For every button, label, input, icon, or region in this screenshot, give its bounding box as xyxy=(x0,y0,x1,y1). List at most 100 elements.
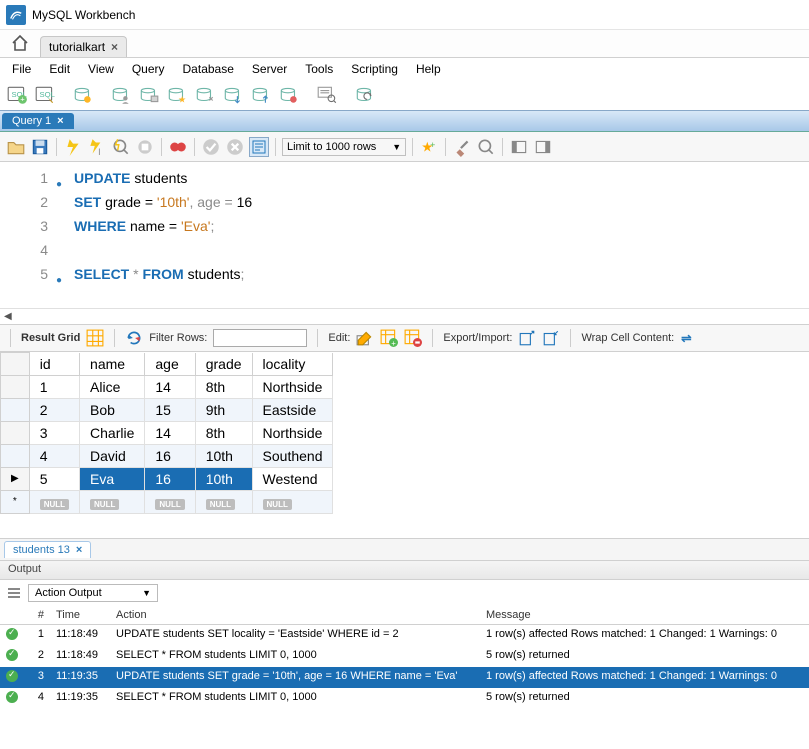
svg-text:+: + xyxy=(20,95,25,104)
stop-icon[interactable] xyxy=(135,137,155,157)
success-icon xyxy=(6,649,18,661)
success-icon xyxy=(6,628,18,640)
window-title: MySQL Workbench xyxy=(32,8,135,22)
svg-text:I: I xyxy=(98,146,100,156)
panel-left-icon[interactable] xyxy=(509,137,529,157)
beautify-icon[interactable]: ★+ xyxy=(419,137,439,157)
log-row-selected[interactable]: 311:19:35UPDATE students SET grade = '10… xyxy=(0,667,809,688)
output-list-icon[interactable] xyxy=(6,585,22,601)
col-id[interactable]: id xyxy=(29,353,79,376)
svg-text:SQL: SQL xyxy=(40,90,56,99)
db-status-icon[interactable] xyxy=(138,84,160,106)
execute-icon[interactable] xyxy=(63,137,83,157)
close-icon[interactable]: × xyxy=(57,115,63,127)
close-icon[interactable]: × xyxy=(76,544,82,556)
connection-tab[interactable]: tutorialkart × xyxy=(40,36,127,57)
col-age[interactable]: age xyxy=(145,353,195,376)
table-row[interactable]: 3Charlie148thNorthside xyxy=(1,421,333,444)
close-icon[interactable]: × xyxy=(111,40,118,54)
menu-view[interactable]: View xyxy=(80,60,122,78)
new-sql-tab-icon[interactable]: SQL+ xyxy=(6,84,28,106)
connection-tab-label: tutorialkart xyxy=(49,40,105,54)
result-toolbar: Result Grid Filter Rows: Edit: + Export/… xyxy=(0,324,809,352)
brush-icon[interactable] xyxy=(452,137,472,157)
action-log[interactable]: # Time Action Message 111:18:49UPDATE st… xyxy=(0,606,809,709)
wrap-icon[interactable]: ⇌ xyxy=(680,329,698,347)
menu-query[interactable]: Query xyxy=(124,60,173,78)
menu-edit[interactable]: Edit xyxy=(41,60,78,78)
svg-text:⇌: ⇌ xyxy=(681,332,691,346)
output-mode-label: Action Output xyxy=(35,587,102,599)
output-mode-select[interactable]: Action Output ▼ xyxy=(28,584,158,602)
svg-text:+: + xyxy=(430,140,435,150)
menu-server[interactable]: Server xyxy=(244,60,295,78)
query-tabs: Query 1 × xyxy=(0,110,809,132)
connection-tabs: tutorialkart × xyxy=(0,30,809,58)
db-export-icon[interactable] xyxy=(222,84,244,106)
db-star-icon[interactable]: ★ xyxy=(166,84,188,106)
editor-scrollbar[interactable]: ◀ xyxy=(0,308,809,324)
wrap-label: Wrap Cell Content: xyxy=(581,332,674,344)
col-name[interactable]: name xyxy=(80,353,145,376)
result-grid[interactable]: id name age grade locality 1Alice148thNo… xyxy=(0,352,809,514)
result-tab[interactable]: students 13 × xyxy=(4,541,91,558)
export-icon[interactable] xyxy=(518,329,536,347)
log-row[interactable]: 211:18:49SELECT * FROM students LIMIT 0,… xyxy=(0,646,809,667)
query-tab[interactable]: Query 1 × xyxy=(2,113,74,129)
add-row-icon[interactable]: + xyxy=(380,329,398,347)
commit-icon[interactable] xyxy=(201,137,221,157)
limit-rows-select[interactable]: Limit to 1000 rows ▼ xyxy=(282,138,406,156)
table-row[interactable]: 1Alice148thNorthside xyxy=(1,375,333,398)
col-locality[interactable]: locality xyxy=(252,353,333,376)
output-select-bar: Action Output ▼ xyxy=(0,580,809,606)
log-row[interactable]: 111:18:49UPDATE students SET locality = … xyxy=(0,624,809,646)
db-stop-icon[interactable] xyxy=(278,84,300,106)
log-row[interactable]: 411:19:35SELECT * FROM students LIMIT 0,… xyxy=(0,688,809,709)
table-row-new[interactable]: * NULL NULL NULL NULL NULL xyxy=(1,490,333,513)
col-grade[interactable]: grade xyxy=(195,353,252,376)
menu-database[interactable]: Database xyxy=(175,60,242,78)
table-row[interactable]: 4David1610thSouthend xyxy=(1,444,333,467)
refresh-icon[interactable] xyxy=(125,329,143,347)
panel-right-icon[interactable] xyxy=(533,137,553,157)
rollback-icon[interactable] xyxy=(225,137,245,157)
db-share-icon[interactable] xyxy=(194,84,216,106)
open-sql-icon[interactable]: SQL xyxy=(34,84,56,106)
search-icon[interactable] xyxy=(316,84,338,106)
titlebar: MySQL Workbench xyxy=(0,0,809,30)
query-toolbar: I Limit to 1000 rows ▼ ★+ xyxy=(0,132,809,162)
delete-row-icon[interactable] xyxy=(404,329,422,347)
save-icon[interactable] xyxy=(30,137,50,157)
table-row[interactable]: 2Bob159thEastside xyxy=(1,398,333,421)
menu-file[interactable]: File xyxy=(4,60,39,78)
filter-label: Filter Rows: xyxy=(149,332,207,344)
import-icon[interactable] xyxy=(542,329,560,347)
db-import-icon[interactable] xyxy=(250,84,272,106)
inspector-icon[interactable] xyxy=(72,84,94,106)
toggle-autocommit-icon[interactable] xyxy=(168,137,188,157)
menu-help[interactable]: Help xyxy=(408,60,449,78)
sql-editor[interactable]: 1●UPDATE students 2SET grade = '10th', a… xyxy=(0,162,809,308)
result-grid-label: Result Grid xyxy=(21,332,80,344)
edit-row-icon[interactable] xyxy=(356,329,374,347)
menu-tools[interactable]: Tools xyxy=(297,60,341,78)
main-toolbar: SQL+ SQL ★ xyxy=(0,80,809,110)
caret-down-icon: ▼ xyxy=(392,142,401,152)
db-user-icon[interactable] xyxy=(110,84,132,106)
success-icon xyxy=(6,670,18,682)
execute-cursor-icon[interactable]: I xyxy=(87,137,107,157)
table-row-selected[interactable]: ▶5Eva1610thWestend xyxy=(1,467,333,490)
explain-icon[interactable] xyxy=(111,137,131,157)
home-icon[interactable] xyxy=(10,33,30,53)
db-refresh-icon[interactable] xyxy=(354,84,376,106)
filter-input[interactable] xyxy=(213,329,307,347)
row-header-corner xyxy=(1,353,30,376)
find-icon[interactable] xyxy=(476,137,496,157)
grid-icon[interactable] xyxy=(86,329,104,347)
success-icon xyxy=(6,691,18,703)
toggle-whitespace-icon[interactable] xyxy=(249,137,269,157)
open-file-icon[interactable] xyxy=(6,137,26,157)
caret-down-icon: ▼ xyxy=(142,588,151,598)
query-tab-label: Query 1 xyxy=(12,115,51,127)
menu-scripting[interactable]: Scripting xyxy=(343,60,406,78)
